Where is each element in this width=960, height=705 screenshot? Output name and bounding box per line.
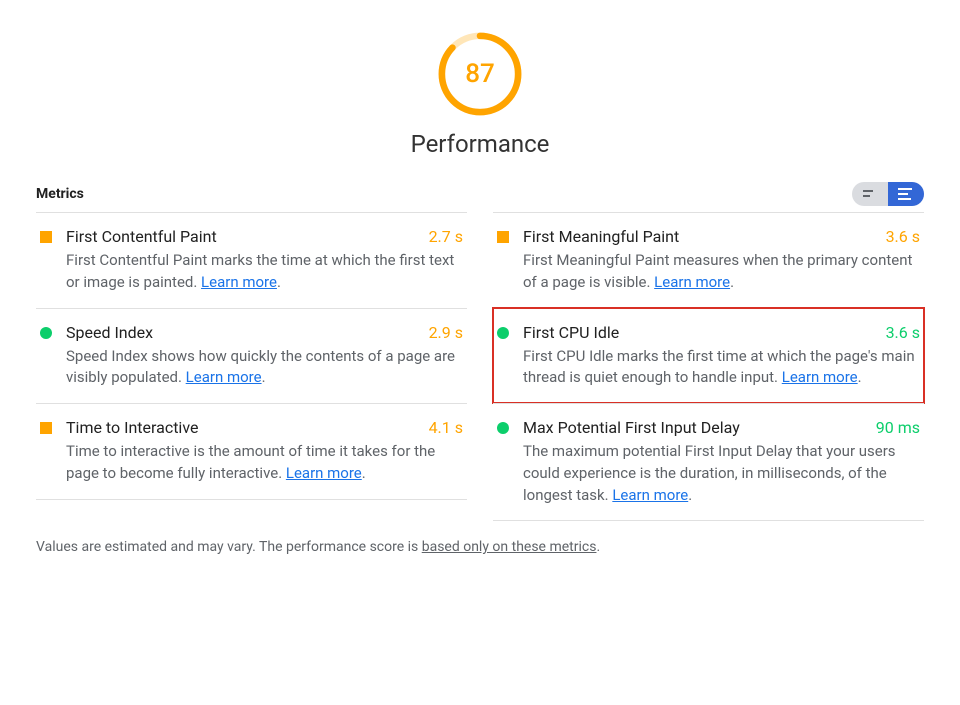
metric-value: 4.1 s (429, 418, 463, 437)
metric-body: Max Potential First Input Delay 90 ms The … (523, 418, 920, 506)
performance-gauge: 87 Performance (36, 30, 924, 158)
metric-description: First CPU Idle marks the first time at w… (523, 346, 920, 390)
metric-description: First Contentful Paint marks the time at… (66, 250, 463, 294)
status-pass-icon (497, 422, 509, 434)
status-pass-icon (497, 327, 509, 339)
metrics-heading: Metrics (36, 186, 84, 202)
status-pass-icon (40, 327, 52, 339)
metric-name: Speed Index (66, 323, 153, 342)
footer-link[interactable]: based only on these metrics (422, 539, 597, 555)
metric-name: First CPU Idle (523, 323, 619, 342)
metric-name: Max Potential First Input Delay (523, 418, 740, 437)
metric-row: Speed Index 2.9 s Speed Index shows how qu… (36, 308, 467, 404)
metric-body: Speed Index 2.9 s Speed Index shows how qu… (66, 323, 463, 390)
status-warn-icon (40, 231, 52, 243)
metric-description: Speed Index shows how quickly the conten… (66, 346, 463, 390)
gauge-ring: 87 (436, 30, 524, 118)
learn-more-link[interactable]: Learn more (782, 368, 858, 386)
metric-row: First Meaningful Paint 3.6 s First Meaning… (493, 212, 924, 308)
view-compact-button[interactable] (852, 182, 888, 206)
metric-name: First Contentful Paint (66, 227, 217, 246)
metric-body: Time to Interactive 4.1 s Time to interact… (66, 418, 463, 485)
metric-row: First CPU Idle 3.6 s First CPU Idle marks … (493, 308, 924, 404)
status-warn-icon (40, 422, 52, 434)
footer-text-end: . (596, 539, 600, 555)
metric-description: The maximum potential First Input Delay … (523, 441, 920, 506)
learn-more-link[interactable]: Learn more (654, 273, 730, 291)
metric-row: First Contentful Paint 2.7 s First Content… (36, 212, 467, 308)
footer-note: Values are estimated and may vary. The p… (36, 539, 924, 555)
metric-description: First Meaningful Paint measures when the… (523, 250, 920, 294)
metric-value: 2.9 s (429, 323, 463, 342)
gauge-title: Performance (411, 130, 550, 158)
footer-text: Values are estimated and may vary. The p… (36, 539, 422, 555)
learn-more-link[interactable]: Learn more (612, 486, 688, 504)
metric-value: 90 ms (876, 418, 920, 437)
expanded-lines-icon (898, 188, 914, 200)
metric-value: 3.6 s (886, 227, 920, 246)
gauge-score: 87 (436, 30, 524, 118)
metric-body: First Contentful Paint 2.7 s First Content… (66, 227, 463, 294)
metric-description: Time to interactive is the amount of tim… (66, 441, 463, 485)
metric-row: Time to Interactive 4.1 s Time to interact… (36, 403, 467, 500)
metric-body: First CPU Idle 3.6 s First CPU Idle marks … (523, 323, 920, 390)
learn-more-link[interactable]: Learn more (186, 368, 262, 386)
metrics-column-left: First Contentful Paint 2.7 s First Content… (36, 212, 467, 521)
metric-name: Time to Interactive (66, 418, 198, 437)
view-expanded-button[interactable] (888, 182, 924, 206)
metric-name: First Meaningful Paint (523, 227, 679, 246)
status-warn-icon (497, 231, 509, 243)
learn-more-link[interactable]: Learn more (286, 464, 362, 482)
metric-row: Max Potential First Input Delay 90 ms The … (493, 403, 924, 521)
metrics-column-right: First Meaningful Paint 3.6 s First Meaning… (493, 212, 924, 521)
learn-more-link[interactable]: Learn more (201, 273, 277, 291)
metric-value: 3.6 s (886, 323, 920, 342)
view-toggle (852, 182, 924, 206)
compact-lines-icon (863, 189, 877, 199)
metric-body: First Meaningful Paint 3.6 s First Meaning… (523, 227, 920, 294)
metric-value: 2.7 s (429, 227, 463, 246)
